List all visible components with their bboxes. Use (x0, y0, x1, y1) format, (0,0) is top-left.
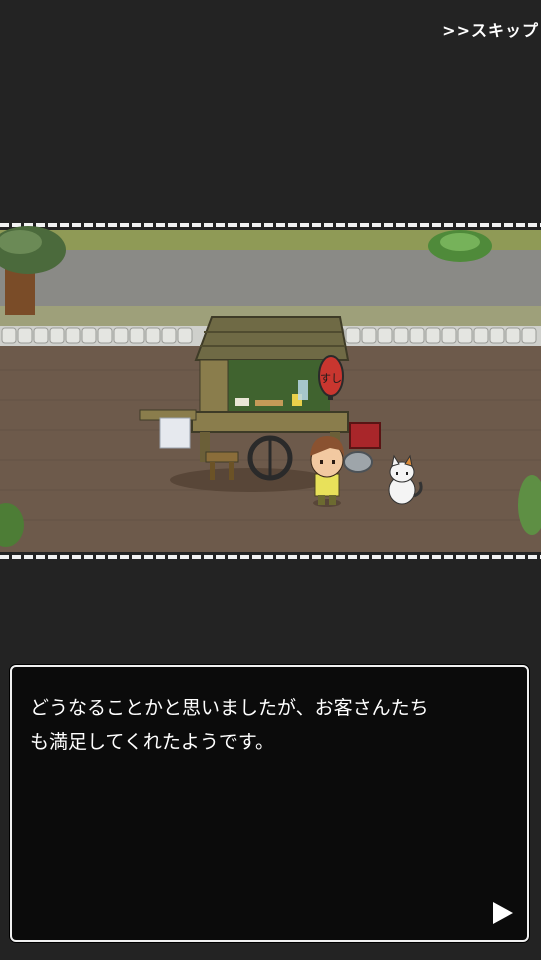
scene-illustration: すし (0, 220, 541, 562)
player-character (310, 436, 344, 507)
lantern-label: すし (320, 372, 342, 385)
game-scene: すし (0, 220, 541, 562)
skip-button[interactable]: >>スキップ (442, 17, 539, 41)
red-chair (349, 422, 381, 449)
dialog-text: どうなることかと思いましたが、お客さんたち も満足してくれたようです。 (30, 697, 429, 753)
dialog-box[interactable]: どうなることかと思いましたが、お客さんたち も満足してくれたようです。 (10, 665, 529, 942)
play-triangle-icon[interactable] (493, 902, 513, 924)
bucket (343, 451, 373, 473)
